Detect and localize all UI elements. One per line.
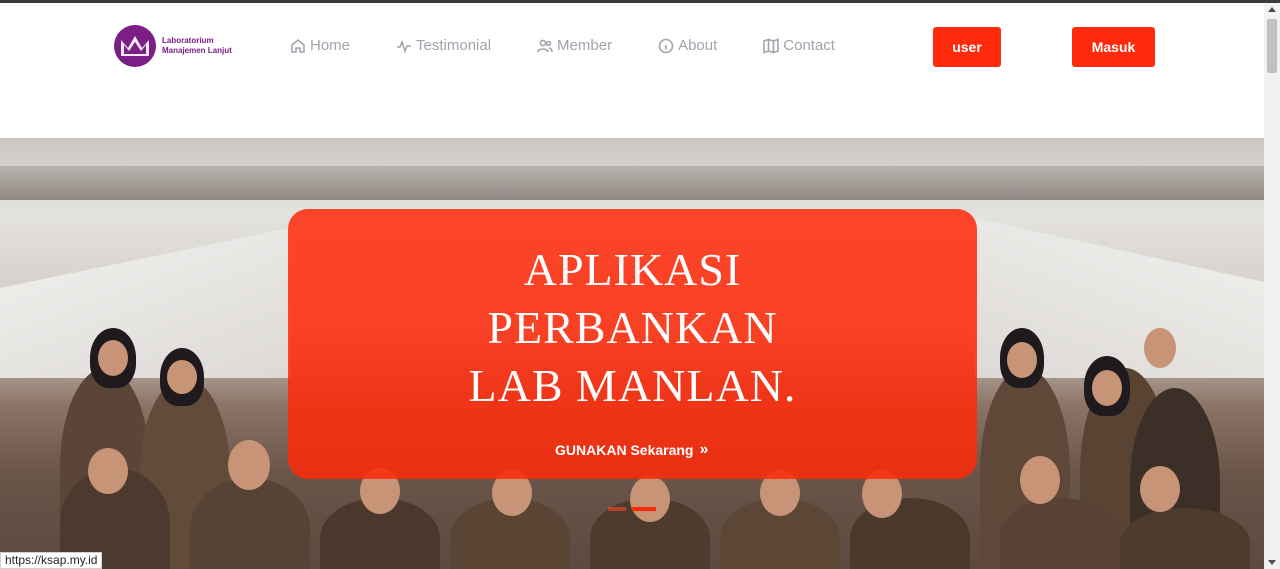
- scroll-up-arrow-icon[interactable]: [1268, 7, 1276, 12]
- hero-headline-line-2: PERBANKAN: [487, 302, 778, 353]
- login-button[interactable]: Masuk: [1072, 27, 1155, 67]
- nav-item-about[interactable]: About: [658, 37, 717, 54]
- scroll-down-arrow-icon[interactable]: [1268, 560, 1276, 565]
- nav-item-label: About: [678, 37, 718, 54]
- logo-mark-icon: [114, 25, 156, 67]
- link-status-url: https://ksap.my.id: [0, 552, 103, 569]
- users-icon: [537, 39, 553, 52]
- carousel-dot-active[interactable]: [632, 507, 656, 511]
- hero-headline: APLIKASI PERBANKAN LAB MANLAN.: [288, 241, 977, 415]
- brand-line-2: Manajemen Lanjut: [162, 46, 232, 55]
- nav-item-label: Member: [557, 37, 613, 54]
- nav-item-label: Home: [310, 37, 351, 54]
- brand-logo[interactable]: Laboratorium Manajemen Lanjut: [114, 25, 232, 67]
- brand-line-1: Laboratorium: [162, 36, 214, 45]
- double-chevron-right-icon: »: [699, 441, 709, 458]
- main-nav: Home Testimonial Member About Contact: [290, 37, 881, 54]
- navbar: Laboratorium Manajemen Lanjut Home Testi…: [0, 3, 1264, 138]
- hero-headline-line-1: APLIKASI: [523, 244, 742, 295]
- activity-icon: [397, 39, 412, 53]
- home-icon: [291, 38, 305, 53]
- scrollbar-thumb[interactable]: [1267, 19, 1277, 73]
- nav-item-contact[interactable]: Contact: [763, 37, 835, 54]
- nav-item-label: Contact: [783, 37, 835, 54]
- hero-headline-line-3: LAB MANLAN.: [468, 360, 797, 411]
- map-icon: [763, 37, 780, 54]
- logo-crown-icon: [121, 36, 149, 56]
- nav-item-label: Testimonial: [416, 37, 492, 54]
- hero-overlay-card: APLIKASI PERBANKAN LAB MANLAN. GUNAKAN S…: [288, 209, 977, 479]
- nav-item-member[interactable]: Member: [537, 37, 612, 54]
- hero-cta-label: GUNAKAN Sekarang: [555, 442, 694, 458]
- carousel-dot[interactable]: [608, 507, 626, 511]
- nav-item-home[interactable]: Home: [290, 37, 350, 54]
- nav-item-testimonial[interactable]: Testimonial: [396, 37, 491, 54]
- carousel-indicators: [608, 507, 656, 511]
- hero-photo-beam: [0, 166, 1264, 200]
- hero-cta-link[interactable]: GUNAKAN Sekarang »: [555, 441, 708, 459]
- page-scrollbar[interactable]: [1264, 3, 1280, 569]
- info-icon: [658, 38, 674, 53]
- user-button[interactable]: user: [933, 27, 1001, 67]
